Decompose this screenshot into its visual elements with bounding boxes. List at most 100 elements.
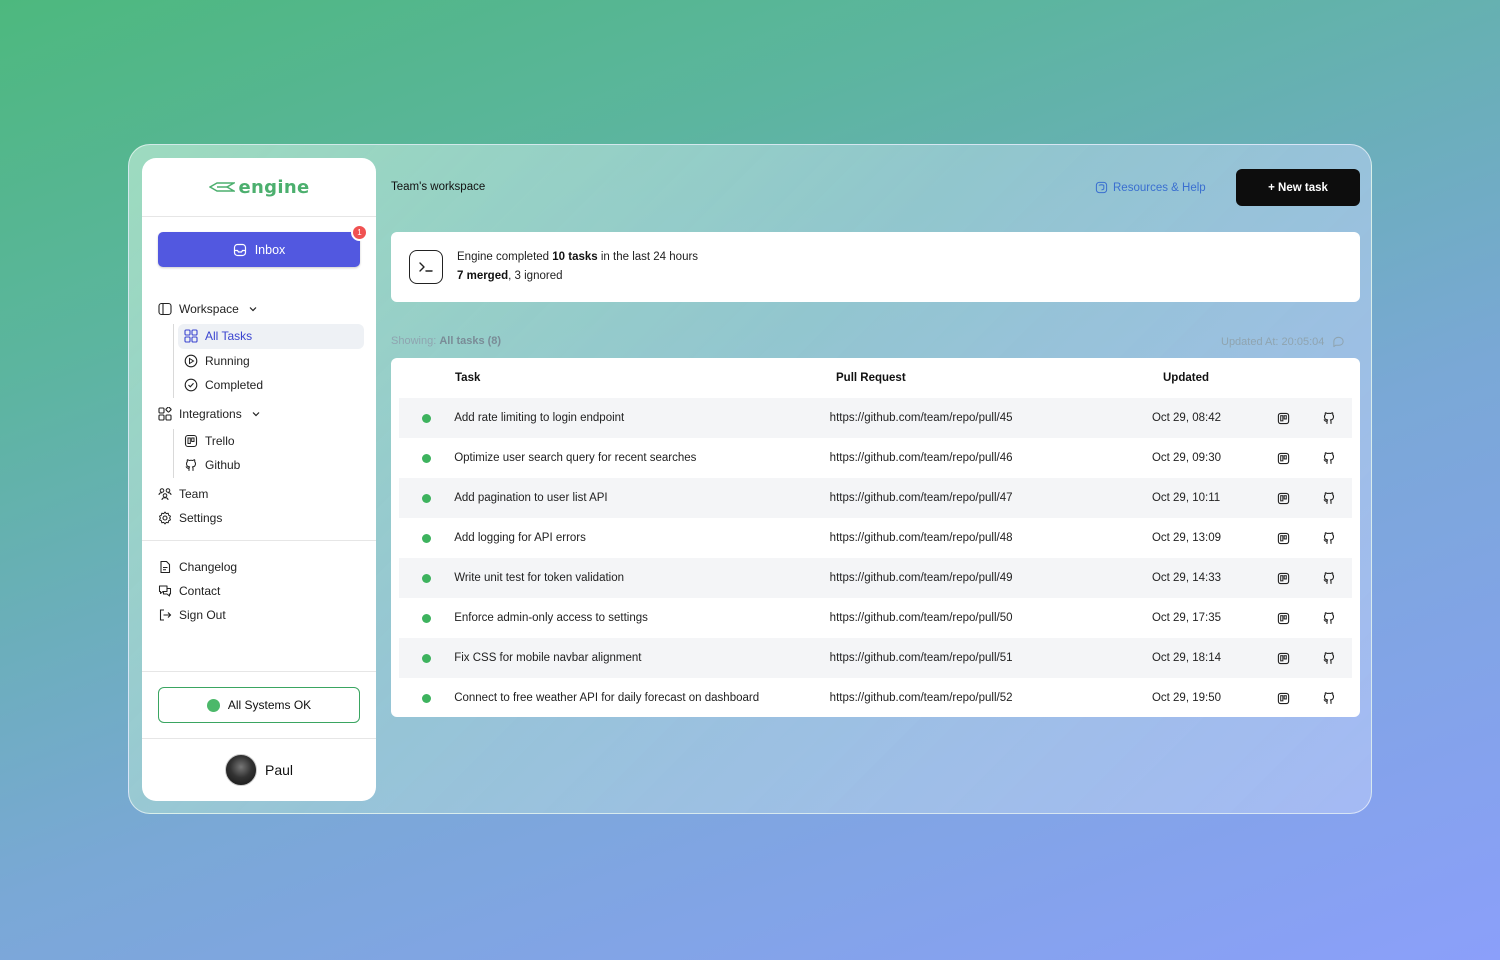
nav-running[interactable]: Running bbox=[178, 349, 376, 374]
nav-running-label: Running bbox=[205, 353, 250, 368]
trello-icon[interactable] bbox=[1260, 652, 1305, 665]
status-dot bbox=[422, 573, 432, 583]
github-icon[interactable] bbox=[1306, 491, 1352, 505]
workspace-subnav: All Tasks Running Completed bbox=[173, 324, 376, 398]
tasks-table: Task Pull Request Updated Add rate limit… bbox=[391, 358, 1360, 717]
table-row[interactable]: Connect to free weather API for daily fo… bbox=[399, 678, 1352, 718]
github-icon[interactable] bbox=[1306, 691, 1352, 705]
user-profile[interactable]: Paul bbox=[142, 738, 376, 801]
integrations-subnav: Trello Github bbox=[173, 428, 376, 478]
updated-time: Oct 29, 14:33 bbox=[1151, 572, 1221, 584]
page-title: Team's workspace bbox=[391, 181, 486, 193]
pull-request-link[interactable]: https://github.com/team/repo/pull/51 bbox=[830, 652, 1152, 664]
inbox-label: Inbox bbox=[254, 242, 286, 257]
github-icon[interactable] bbox=[1306, 531, 1352, 545]
table-row[interactable]: Optimize user search query for recent se… bbox=[399, 438, 1352, 478]
inbox-badge: 1 bbox=[351, 224, 368, 241]
inbox-button[interactable]: Inbox bbox=[158, 232, 360, 267]
resources-help-label: Resources & Help bbox=[1113, 181, 1206, 194]
pull-request-link[interactable]: https://github.com/team/repo/pull/45 bbox=[830, 412, 1152, 424]
table-row[interactable]: Fix CSS for mobile navbar alignment http… bbox=[399, 638, 1352, 678]
task-name: Fix CSS for mobile navbar alignment bbox=[454, 652, 642, 664]
nav-github-label: Github bbox=[205, 458, 241, 473]
trello-icon[interactable] bbox=[1260, 452, 1305, 465]
nav-contact-label: Contact bbox=[179, 583, 221, 598]
nav-team[interactable]: Team bbox=[158, 482, 376, 506]
header-pull-request: Pull Request bbox=[836, 372, 906, 384]
status-dot bbox=[422, 453, 432, 463]
table-row[interactable]: Add rate limiting to login endpoint http… bbox=[399, 398, 1352, 438]
nav-settings-label: Settings bbox=[179, 510, 223, 525]
summary-line1-pre: Engine completed bbox=[457, 251, 553, 263]
github-icon[interactable] bbox=[1306, 571, 1352, 585]
nav-team-label: Team bbox=[179, 486, 209, 501]
trello-icon[interactable] bbox=[1260, 572, 1305, 585]
trello-icon[interactable] bbox=[1260, 412, 1305, 425]
table-header: Task Pull Request Updated bbox=[399, 358, 1352, 398]
nav-all-tasks[interactable]: All Tasks bbox=[178, 324, 364, 349]
table-row[interactable]: Write unit test for token validation htt… bbox=[399, 558, 1352, 598]
nav-trello[interactable]: Trello bbox=[178, 429, 376, 454]
nav-workspace[interactable]: Workspace bbox=[158, 297, 376, 321]
header-task: Task bbox=[455, 372, 481, 384]
github-icon bbox=[184, 458, 198, 472]
status-dot bbox=[422, 693, 432, 703]
updated-time: Oct 29, 17:35 bbox=[1151, 612, 1221, 624]
task-name: Optimize user search query for recent se… bbox=[454, 452, 697, 464]
github-icon[interactable] bbox=[1306, 651, 1352, 665]
user-name: Paul bbox=[264, 762, 294, 778]
grid-icon bbox=[184, 329, 198, 343]
showing-value: All tasks (8) bbox=[439, 335, 502, 347]
status-dot bbox=[422, 613, 432, 623]
system-status-label: All Systems OK bbox=[227, 698, 312, 712]
updated-time: Oct 29, 08:42 bbox=[1151, 412, 1221, 424]
team-icon bbox=[158, 487, 172, 501]
github-icon[interactable] bbox=[1306, 411, 1352, 425]
github-icon[interactable] bbox=[1306, 611, 1352, 625]
pull-request-link[interactable]: https://github.com/team/repo/pull/52 bbox=[830, 692, 1152, 704]
pull-request-link[interactable]: https://github.com/team/repo/pull/50 bbox=[830, 612, 1152, 624]
table-row[interactable]: Add pagination to user list API https://… bbox=[399, 478, 1352, 518]
showing-filter[interactable]: Showing: All tasks (8) bbox=[391, 335, 501, 347]
status-dot bbox=[206, 698, 220, 712]
new-task-button[interactable]: + New task bbox=[1236, 169, 1360, 206]
play-circle-icon bbox=[184, 354, 198, 368]
chevron-down-icon bbox=[252, 411, 260, 416]
status-dot bbox=[422, 493, 432, 503]
nav-settings[interactable]: Settings bbox=[158, 506, 376, 530]
github-icon[interactable] bbox=[1306, 451, 1352, 465]
resources-help-link[interactable]: Resources & Help bbox=[1095, 181, 1206, 194]
task-name: Connect to free weather API for daily fo… bbox=[454, 692, 760, 704]
refresh-icon[interactable] bbox=[1332, 335, 1345, 348]
logo-text: engine bbox=[238, 176, 310, 198]
trello-icon[interactable] bbox=[1260, 612, 1305, 625]
updated-at: Updated At: 20:05:04 bbox=[1221, 335, 1345, 348]
nav-changelog[interactable]: Changelog bbox=[158, 555, 360, 579]
chat-icon bbox=[158, 584, 172, 598]
trello-icon[interactable] bbox=[1260, 692, 1305, 705]
table-row[interactable]: Add logging for API errors https://githu… bbox=[399, 518, 1352, 558]
trello-icon[interactable] bbox=[1260, 532, 1305, 545]
nav-contact[interactable]: Contact bbox=[158, 579, 360, 603]
nav-completed[interactable]: Completed bbox=[178, 373, 376, 398]
updated-at-label: Updated At: 20:05:04 bbox=[1221, 335, 1325, 348]
summary-line1-post: in the last 24 hours bbox=[597, 251, 699, 263]
summary-text: Engine completed 10 tasks in the last 24… bbox=[457, 248, 698, 286]
status-dot bbox=[422, 533, 432, 543]
nav-signout[interactable]: Sign Out bbox=[158, 603, 360, 627]
pull-request-link[interactable]: https://github.com/team/repo/pull/47 bbox=[830, 492, 1152, 504]
system-status-section: All Systems OK bbox=[142, 671, 376, 738]
table-row[interactable]: Enforce admin-only access to settings ht… bbox=[399, 598, 1352, 638]
pull-request-link[interactable]: https://github.com/team/repo/pull/48 bbox=[830, 532, 1152, 544]
trello-icon[interactable] bbox=[1260, 492, 1305, 505]
nav-integrations[interactable]: Integrations bbox=[158, 402, 376, 426]
nav-github[interactable]: Github bbox=[178, 453, 376, 478]
system-status-button[interactable]: All Systems OK bbox=[158, 687, 360, 723]
chevron-down-icon bbox=[249, 307, 257, 312]
pull-request-link[interactable]: https://github.com/team/repo/pull/46 bbox=[830, 452, 1152, 464]
showing-label: Showing: bbox=[391, 335, 437, 347]
pull-request-link[interactable]: https://github.com/team/repo/pull/49 bbox=[830, 572, 1152, 584]
status-dot bbox=[422, 653, 432, 663]
nav-workspace-label: Workspace bbox=[179, 302, 239, 316]
header-updated: Updated bbox=[1163, 372, 1209, 384]
